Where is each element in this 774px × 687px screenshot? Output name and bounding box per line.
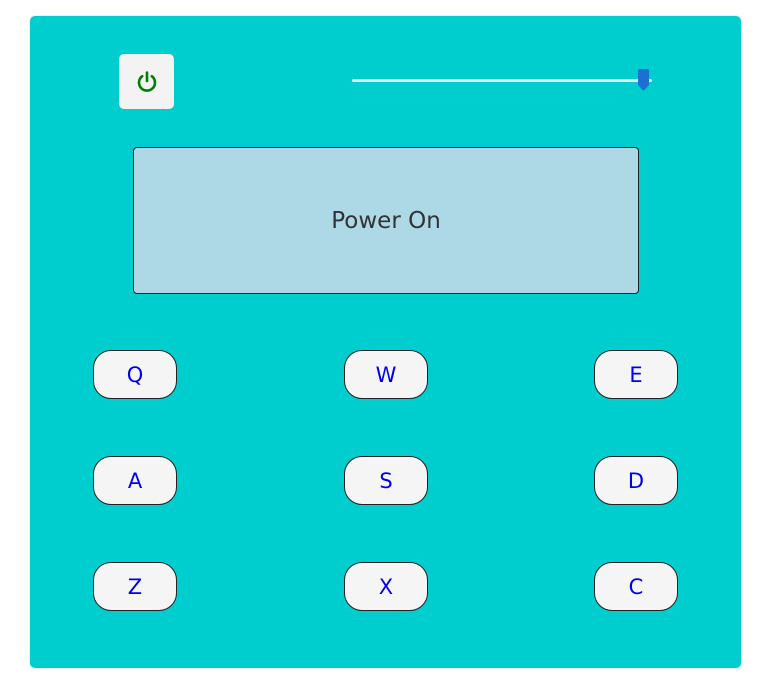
drum-pad-z[interactable]: Z (93, 562, 177, 611)
volume-slider-thumb[interactable] (637, 69, 650, 91)
drum-pad-c[interactable]: C (594, 562, 678, 611)
power-button[interactable] (119, 54, 174, 109)
drum-pad-x[interactable]: X (344, 562, 428, 611)
drum-pad-d[interactable]: D (594, 456, 678, 505)
drum-pad-a[interactable]: A (93, 456, 177, 505)
display-text: Power On (331, 207, 441, 234)
power-icon (135, 70, 159, 94)
drum-pad-q[interactable]: Q (93, 350, 177, 399)
volume-slider-track[interactable] (352, 79, 652, 82)
drum-pad-s[interactable]: S (344, 456, 428, 505)
volume-slider[interactable] (352, 68, 652, 92)
drum-pad-w[interactable]: W (344, 350, 428, 399)
drum-machine: Power On Q W E A S D Z X C (30, 16, 741, 668)
display-panel: Power On (133, 147, 639, 294)
drum-pad-e[interactable]: E (594, 350, 678, 399)
